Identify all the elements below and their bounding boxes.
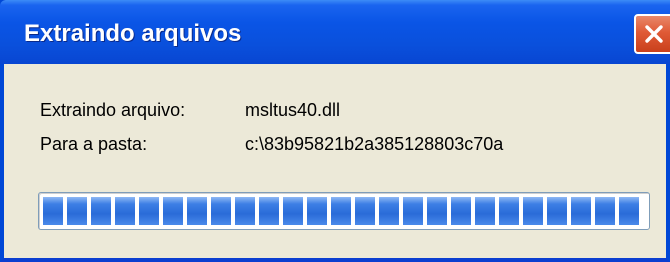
progress-segment [475, 197, 495, 225]
progress-segment [523, 197, 543, 225]
progress-segment [115, 197, 135, 225]
extracting-file-label: Extraindo arquivo: [40, 100, 186, 120]
progress-segment [43, 197, 63, 225]
progress-segment [331, 197, 351, 225]
progress-segment [619, 197, 639, 225]
progress-segment [499, 197, 519, 225]
extracting-file-value: msltus40.dll [245, 100, 341, 120]
progress-segment [571, 197, 591, 225]
extraction-progress-bar [38, 192, 650, 230]
dialog-body: Extraindo arquivo: msltus40.dll Para a p… [4, 64, 666, 258]
progress-segment [91, 197, 111, 225]
progress-segment [211, 197, 231, 225]
progress-segment [187, 197, 207, 225]
destination-folder-value: c:\83b95821b2a385128803c70a [245, 134, 504, 154]
progress-segment [67, 197, 87, 225]
progress-segment [307, 197, 327, 225]
title-bar[interactable]: Extraindo arquivos [0, 0, 670, 64]
progress-segment [403, 197, 423, 225]
progress-segment [595, 197, 615, 225]
progress-segment [379, 197, 399, 225]
destination-folder-label: Para a pasta: [40, 134, 148, 154]
window-title: Extraindo arquivos [24, 20, 242, 47]
extract-dialog-window: Extraindo arquivos Extraindo arquivo: ms… [0, 0, 670, 262]
progress-segment [547, 197, 567, 225]
close-icon [645, 25, 663, 43]
progress-segment [427, 197, 447, 225]
progress-fill [43, 197, 639, 225]
progress-segment [283, 197, 303, 225]
close-button[interactable] [634, 14, 670, 54]
progress-segment [259, 197, 279, 225]
progress-segment [355, 197, 375, 225]
progress-segment [451, 197, 471, 225]
progress-segment [139, 197, 159, 225]
progress-segment [235, 197, 255, 225]
progress-segment [163, 197, 183, 225]
